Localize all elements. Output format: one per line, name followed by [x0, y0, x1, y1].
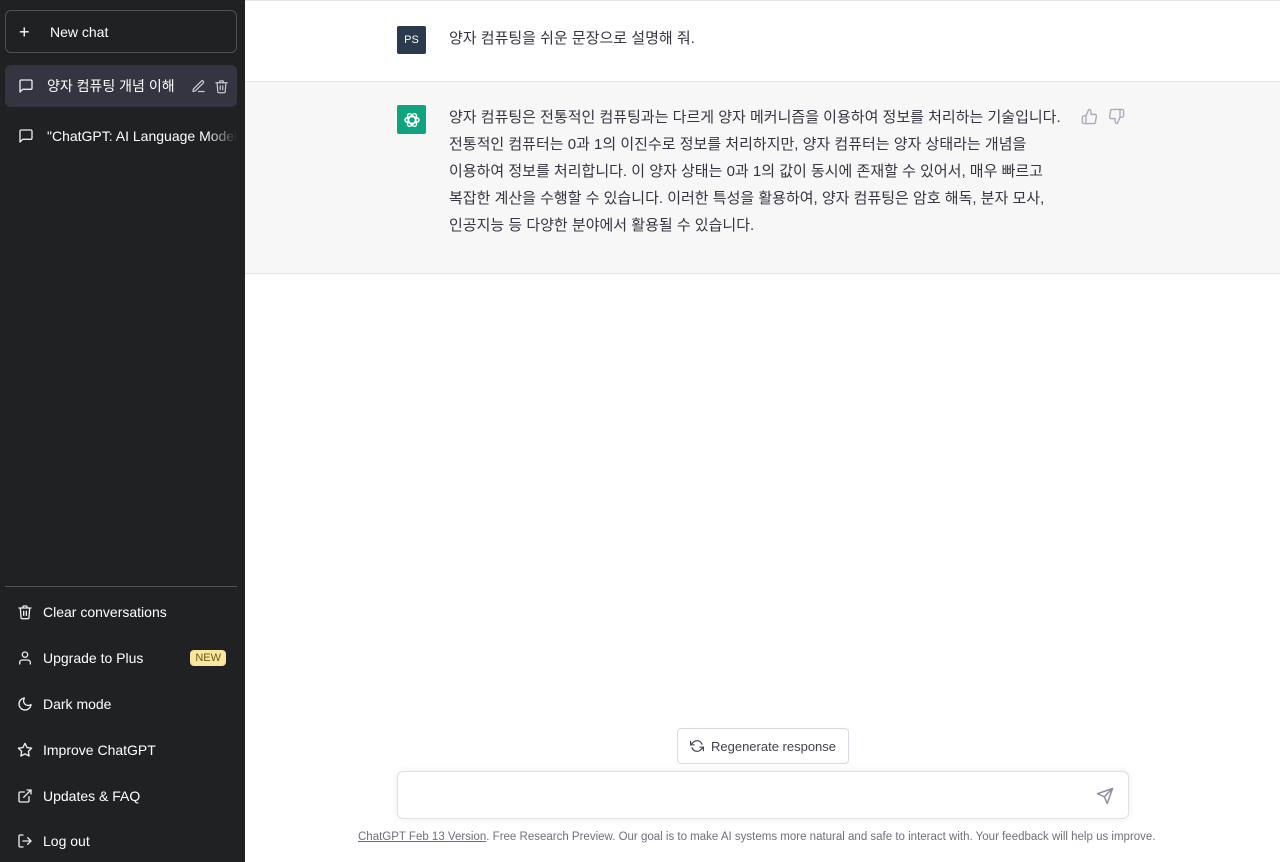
dark-mode-label: Dark mode	[43, 696, 111, 712]
sidebar-divider	[5, 586, 237, 587]
moon-icon	[17, 696, 33, 712]
thumbs-up-icon[interactable]	[1081, 108, 1098, 125]
trash-icon	[17, 604, 33, 620]
footer-disclaimer: ChatGPT Feb 13 Version. Free Research Pr…	[358, 831, 1168, 843]
version-link[interactable]: ChatGPT Feb 13 Version	[358, 831, 486, 843]
upgrade-to-plus-button[interactable]: Upgrade to Plus NEW	[5, 638, 237, 678]
regenerate-response-button[interactable]: Regenerate response	[677, 728, 849, 764]
conversation-title: 양자 컴퓨팅 개념 이해	[47, 76, 185, 96]
thumbs-down-icon[interactable]	[1108, 108, 1125, 125]
upgrade-label: Upgrade to Plus	[43, 650, 143, 666]
improve-label: Improve ChatGPT	[43, 742, 156, 758]
new-chat-label: New chat	[50, 24, 108, 40]
footer-text: . Free Research Preview. Our goal is to …	[486, 831, 1155, 843]
conversation-item[interactable]: "ChatGPT: AI Language Model"	[5, 115, 237, 157]
user-message-row: PS 양자 컴퓨팅을 쉬운 문장으로 설명해 줘.	[245, 0, 1280, 82]
assistant-message-row: 양자 컴퓨팅은 전통적인 컴퓨팅과는 다르게 양자 메커니즘을 이용하여 정보를…	[245, 82, 1280, 274]
new-badge: NEW	[190, 650, 226, 666]
new-chat-button[interactable]: + New chat	[5, 10, 237, 53]
updates-label: Updates & FAQ	[43, 788, 140, 804]
chat-bubble-icon	[18, 78, 34, 94]
feedback-buttons	[1081, 108, 1125, 125]
updates-faq-link[interactable]: Updates & FAQ	[5, 776, 237, 816]
clear-conversations-label: Clear conversations	[43, 604, 167, 620]
openai-logo-icon	[397, 105, 426, 134]
message-input-container	[397, 771, 1129, 819]
user-icon	[17, 650, 33, 666]
logout-icon	[17, 833, 33, 849]
clear-conversations-button[interactable]: Clear conversations	[5, 592, 237, 632]
log-out-button[interactable]: Log out	[5, 821, 237, 861]
send-icon[interactable]	[1096, 787, 1114, 805]
refresh-icon	[690, 739, 704, 753]
external-link-icon	[17, 788, 33, 804]
message-input[interactable]	[410, 785, 1070, 807]
assistant-message-text: 양자 컴퓨팅은 전통적인 컴퓨팅과는 다르게 양자 메커니즘을 이용하여 정보를…	[449, 104, 1071, 239]
user-message-text: 양자 컴퓨팅을 쉬운 문장으로 설명해 줘.	[449, 27, 695, 48]
conversation-item-active[interactable]: 양자 컴퓨팅 개념 이해	[5, 65, 237, 107]
star-icon	[17, 742, 33, 758]
edit-icon[interactable]	[191, 79, 206, 94]
chat-bubble-icon	[18, 128, 34, 144]
dark-mode-button[interactable]: Dark mode	[5, 684, 237, 724]
chat-main: PS 양자 컴퓨팅을 쉬운 문장으로 설명해 줘. 양자 컴퓨팅은 전통적인 컴…	[245, 0, 1280, 862]
log-out-label: Log out	[43, 833, 90, 849]
improve-chatgpt-button[interactable]: Improve ChatGPT	[5, 730, 237, 770]
trash-icon[interactable]	[214, 79, 229, 94]
user-avatar: PS	[397, 26, 426, 54]
plus-icon: +	[19, 23, 33, 41]
sidebar: + New chat 양자 컴퓨팅 개념 이해 "ChatGPT: AI Lan…	[0, 0, 245, 862]
title-fade	[207, 115, 237, 157]
regenerate-label: Regenerate response	[711, 739, 836, 754]
